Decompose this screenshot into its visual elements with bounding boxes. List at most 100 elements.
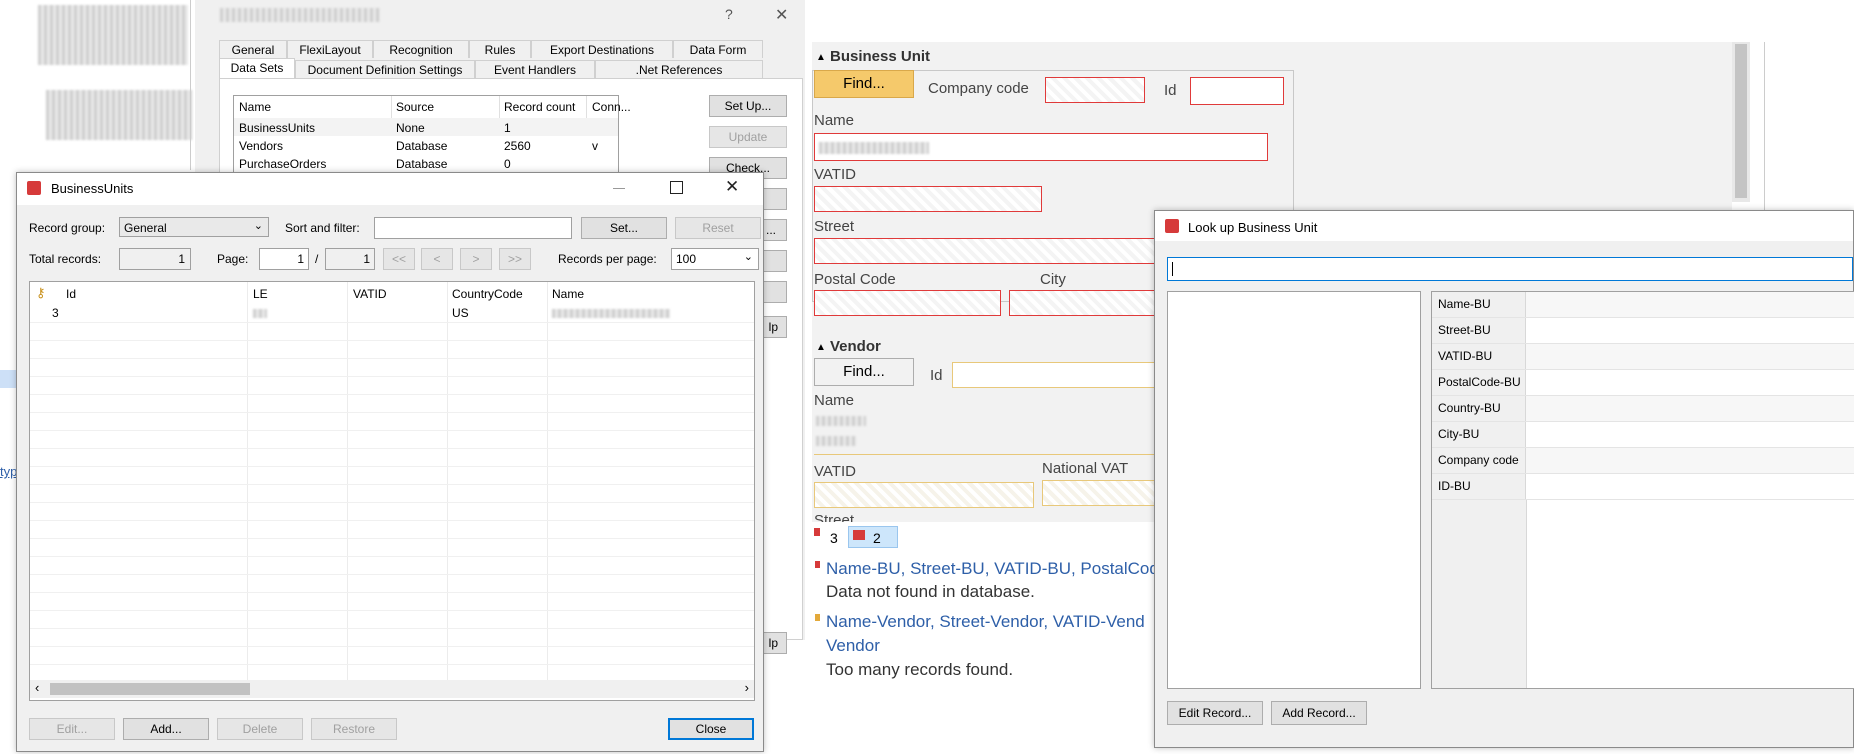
- add-button[interactable]: Add...: [123, 718, 209, 740]
- name-field[interactable]: [814, 133, 1268, 161]
- header-record-count[interactable]: Record count: [504, 100, 575, 114]
- lookup-field-row[interactable]: Company code: [1432, 448, 1854, 474]
- tab-rules[interactable]: Rules: [469, 40, 531, 58]
- error-count[interactable]: 3: [830, 530, 838, 546]
- message-2-links-line2[interactable]: Vendor: [826, 636, 880, 656]
- vendor-find-button[interactable]: Find...: [814, 358, 914, 386]
- vendor-vatid-label: VATID: [814, 463, 856, 480]
- lookup-search-input[interactable]: [1167, 257, 1853, 281]
- tab-general[interactable]: General: [219, 40, 287, 58]
- title-bar: Look up Business Unit: [1155, 211, 1853, 241]
- cell-source: Database: [396, 139, 448, 153]
- left-edge-link[interactable]: typ: [0, 464, 17, 479]
- last-page-button[interactable]: >>: [499, 248, 531, 270]
- vendor-vatid-field[interactable]: [814, 482, 1034, 508]
- tab-data-form[interactable]: Data Form: [673, 40, 763, 58]
- horizontal-scrollbar[interactable]: ‹ ›: [30, 680, 754, 698]
- lookup-field-row[interactable]: Country-BU: [1432, 396, 1854, 422]
- page-input[interactable]: 1: [259, 248, 309, 270]
- header-vatid[interactable]: VATID: [353, 287, 387, 301]
- set-button[interactable]: Set...: [581, 217, 667, 239]
- lookup-field-row[interactable]: VATID-BU: [1432, 344, 1854, 370]
- header-le[interactable]: LE: [253, 287, 268, 301]
- records-per-page-select[interactable]: 100 ⌄: [671, 248, 759, 270]
- restore-button[interactable]: Restore: [311, 718, 397, 740]
- tab-data-sets[interactable]: Data Sets: [219, 58, 295, 80]
- maximize-icon[interactable]: [670, 181, 683, 194]
- collapse-triangle-icon[interactable]: ▲: [816, 52, 826, 63]
- message-1-links[interactable]: Name-BU, Street-BU, VATID-BU, PostalCod: [826, 559, 1159, 579]
- reset-button[interactable]: Reset: [675, 217, 761, 239]
- next-page-button[interactable]: >: [460, 248, 492, 270]
- scroll-right-icon[interactable]: ›: [745, 680, 749, 695]
- header-name[interactable]: Name: [552, 287, 584, 301]
- company-code-field[interactable]: [1045, 77, 1145, 103]
- table-row[interactable]: 3 US: [30, 304, 754, 322]
- tab-flexilayout[interactable]: FlexiLayout: [287, 40, 373, 58]
- sort-filter-input[interactable]: [374, 217, 572, 239]
- lookup-field-row[interactable]: Name-BU: [1432, 292, 1854, 318]
- lookup-results-list[interactable]: [1167, 291, 1421, 689]
- records-per-page-value: 100: [676, 252, 697, 266]
- lookup-field-label: Name-BU: [1432, 292, 1526, 317]
- delete-button[interactable]: Delete: [217, 718, 303, 740]
- close-icon[interactable]: ✕: [775, 5, 788, 25]
- minimize-icon[interactable]: [613, 188, 625, 189]
- table-row[interactable]: Vendors Database 2560 v: [234, 136, 618, 154]
- header-id[interactable]: Id: [66, 287, 76, 301]
- setup-button[interactable]: Set Up...: [709, 95, 787, 117]
- lookup-field-row[interactable]: PostalCode-BU: [1432, 370, 1854, 396]
- total-records-field: 1: [119, 248, 191, 270]
- cell-name: Vendors: [239, 139, 284, 153]
- tab-event-handlers[interactable]: Event Handlers: [475, 60, 595, 78]
- tab-export-destinations[interactable]: Export Destinations: [531, 40, 673, 58]
- record-group-value: General: [124, 221, 167, 235]
- header-name[interactable]: Name: [239, 100, 271, 114]
- page-total-field: 1: [325, 248, 375, 270]
- scroll-thumb[interactable]: [1735, 44, 1747, 198]
- warning-count-chip[interactable]: 2: [848, 526, 898, 548]
- lookup-field-row[interactable]: City-BU: [1432, 422, 1854, 448]
- form-scrollbar[interactable]: [1732, 42, 1750, 202]
- tab-document-definition-settings[interactable]: Document Definition Settings: [295, 60, 475, 78]
- edit-button[interactable]: Edit...: [29, 718, 115, 740]
- cell-conn: v: [592, 139, 598, 153]
- row-separator: [30, 664, 754, 665]
- row-separator: [30, 394, 754, 395]
- close-icon[interactable]: ✕: [725, 177, 739, 197]
- key-icon: ⚷: [36, 285, 46, 300]
- collapse-triangle-icon[interactable]: ▲: [816, 342, 826, 353]
- prev-page-button[interactable]: <: [421, 248, 453, 270]
- table-row[interactable]: BusinessUnits None 1: [234, 118, 618, 136]
- row-separator: [30, 448, 754, 449]
- message-2-links[interactable]: Name-Vendor, Street-Vendor, VATID-Vend: [826, 612, 1145, 632]
- table-row[interactable]: PurchaseOrders Database 0: [234, 154, 618, 172]
- cell-count: 2560: [504, 139, 531, 153]
- column-divider: [247, 282, 248, 682]
- header-countrycode[interactable]: CountryCode: [452, 287, 523, 301]
- header-conn[interactable]: Conn...: [592, 100, 631, 114]
- id-field[interactable]: [1190, 77, 1284, 105]
- find-button[interactable]: Find...: [814, 70, 914, 98]
- tab-recognition[interactable]: Recognition: [373, 40, 469, 58]
- help-icon[interactable]: ?: [725, 6, 733, 22]
- lookup-field-label: Company code: [1432, 448, 1526, 473]
- edit-record-button[interactable]: Edit Record...: [1167, 701, 1263, 725]
- city-label: City: [1040, 271, 1066, 288]
- lookup-field-row[interactable]: Street-BU: [1432, 318, 1854, 344]
- postal-code-label: Postal Code: [814, 271, 896, 288]
- record-group-select[interactable]: General ⌄: [119, 217, 269, 237]
- first-page-button[interactable]: <<: [383, 248, 415, 270]
- scroll-thumb[interactable]: [50, 683, 250, 695]
- vatid-field[interactable]: [814, 186, 1042, 212]
- lookup-field-row[interactable]: ID-BU: [1432, 474, 1854, 500]
- page-value: 1: [297, 252, 304, 266]
- tab-net-references[interactable]: .Net References: [595, 60, 763, 78]
- update-button[interactable]: Update: [709, 126, 787, 148]
- lookup-field-label: Street-BU: [1432, 318, 1526, 343]
- scroll-left-icon[interactable]: ‹: [35, 680, 39, 695]
- header-source[interactable]: Source: [396, 100, 434, 114]
- close-button[interactable]: Close: [668, 718, 754, 740]
- add-record-button[interactable]: Add Record...: [1271, 701, 1367, 725]
- postal-code-field[interactable]: [814, 290, 1001, 316]
